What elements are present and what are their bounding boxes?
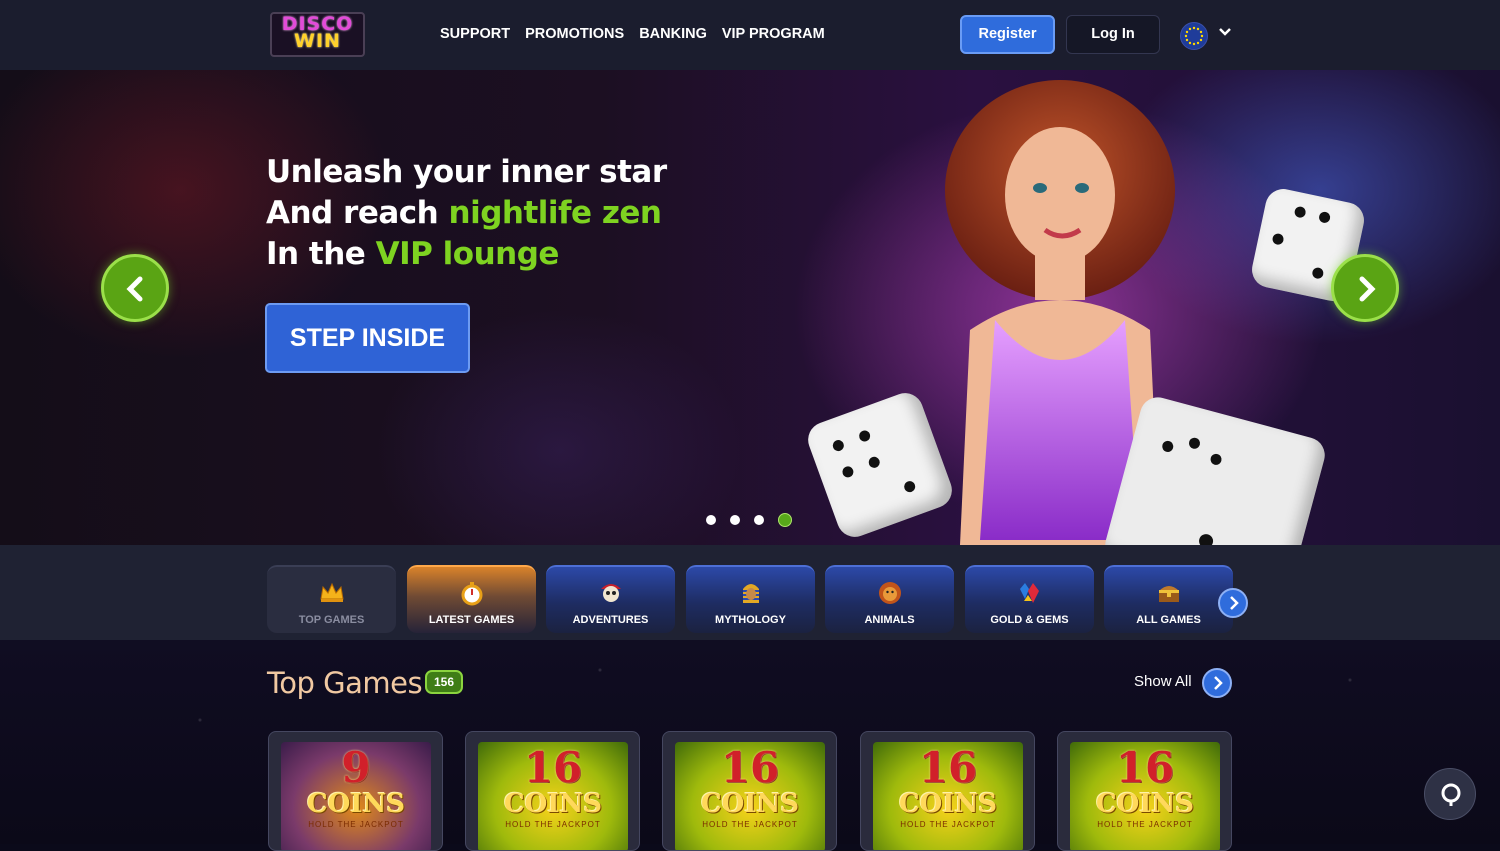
section-title: Top Games: [267, 666, 423, 700]
game-name: COINS: [503, 789, 603, 819]
game-number: 16: [720, 743, 780, 792]
gems-icon: [1019, 583, 1039, 603]
category-label: MYTHOLOGY: [715, 614, 786, 626]
category-label: LATEST GAMES: [428, 614, 515, 626]
hero-line-2-prefix: And reach: [266, 195, 449, 231]
game-card[interactable]: 16 COINS HOLD THE JACKPOT: [662, 731, 837, 851]
category-label: ADVENTURES: [572, 614, 649, 626]
game-subtitle: HOLD THE JACKPOT: [308, 820, 404, 829]
game-subtitle: HOLD THE JACKPOT: [702, 820, 798, 829]
game-categories-bar: TOP GAMES LATEST GAMES ADVENTURES MYTHOL…: [0, 545, 1500, 640]
chevron-right-icon: [1214, 676, 1223, 690]
slider-prev-button[interactable]: [101, 254, 169, 322]
category-top-games[interactable]: TOP GAMES: [267, 565, 396, 633]
game-thumbnail: 9 COINS HOLD THE JACKPOT: [281, 742, 431, 850]
category-gold-gems[interactable]: GOLD & GEMS: [965, 565, 1094, 633]
disco-win-logo[interactable]: DISCO WIN: [270, 12, 365, 57]
pharaoh-icon: [742, 584, 759, 603]
step-inside-button[interactable]: STEP INSIDE: [265, 303, 470, 373]
nav-banking[interactable]: BANKING: [639, 26, 707, 42]
slider-dot-active[interactable]: [778, 513, 792, 527]
game-card[interactable]: 16 COINS HOLD THE JACKPOT: [860, 731, 1035, 851]
hero-headline: Unleash your inner star And reach nightl…: [266, 152, 667, 275]
live-chat-button[interactable]: [1424, 768, 1476, 820]
hero-line-3: In the VIP lounge: [266, 234, 667, 275]
game-number: 16: [918, 743, 978, 792]
pirate-skull-icon: [600, 584, 621, 602]
game-number: 16: [523, 743, 583, 792]
logo-line-2: WIN: [294, 30, 341, 52]
site-header: DISCO WIN SUPPORT PROMOTIONS BANKING VIP…: [0, 0, 1500, 71]
category-label: ALL GAMES: [1136, 614, 1201, 626]
slider-next-button[interactable]: [1331, 254, 1399, 322]
game-subtitle: HOLD THE JACKPOT: [900, 820, 996, 829]
chevron-left-icon: [126, 276, 143, 302]
categories-next-button[interactable]: [1218, 588, 1248, 618]
top-games-section: Top Games 156 Show All 9 COINS HOLD THE …: [0, 640, 1500, 851]
game-name: COINS: [700, 789, 800, 819]
game-thumbnail: 16 COINS HOLD THE JACKPOT: [873, 742, 1023, 850]
game-subtitle: HOLD THE JACKPOT: [505, 820, 601, 829]
language-selector[interactable]: [1180, 22, 1235, 50]
category-animals[interactable]: ANIMALS: [825, 565, 954, 633]
category-label: ANIMALS: [864, 614, 915, 626]
games-count-badge: 156: [425, 670, 463, 694]
slider-dot[interactable]: [754, 515, 764, 525]
crown-icon: [319, 582, 344, 602]
category-latest-games[interactable]: LATEST GAMES: [407, 565, 536, 633]
lion-icon: [878, 582, 901, 604]
slider-dot[interactable]: [706, 515, 716, 525]
category-mythology[interactable]: MYTHOLOGY: [686, 565, 815, 633]
game-name: COINS: [306, 789, 406, 819]
category-all-games[interactable]: ALL GAMES: [1104, 565, 1233, 633]
stopwatch-icon: [461, 582, 482, 606]
hero-line-2: And reach nightlife zen: [266, 193, 667, 234]
game-thumbnail: 16 COINS HOLD THE JACKPOT: [478, 742, 628, 850]
hero-line-2-highlight: nightlife zen: [448, 195, 662, 231]
main-nav: SUPPORT PROMOTIONS BANKING VIP PROGRAM: [440, 26, 825, 42]
game-number: 9: [341, 743, 371, 792]
register-button[interactable]: Register: [960, 15, 1055, 54]
game-name: COINS: [898, 789, 998, 819]
game-card[interactable]: 16 COINS HOLD THE JACKPOT: [465, 731, 640, 851]
game-thumbnail: 16 COINS HOLD THE JACKPOT: [1070, 742, 1220, 850]
category-adventures[interactable]: ADVENTURES: [546, 565, 675, 633]
category-label: TOP GAMES: [298, 614, 365, 626]
hero-line-3-prefix: In the: [266, 236, 376, 272]
chevron-right-icon: [1230, 596, 1239, 610]
slider-pagination: [706, 513, 792, 527]
hero-line-3-highlight: VIP lounge: [375, 236, 560, 272]
game-card[interactable]: 16 COINS HOLD THE JACKPOT: [1057, 731, 1232, 851]
treasure-chest-icon: [1158, 586, 1179, 602]
login-button[interactable]: Log In: [1066, 15, 1160, 54]
nav-vip-program[interactable]: VIP PROGRAM: [722, 26, 825, 42]
nav-promotions[interactable]: PROMOTIONS: [525, 26, 624, 42]
hero-line-1: Unleash your inner star: [266, 154, 667, 190]
chat-bubble-icon: [1441, 783, 1461, 806]
game-name: COINS: [1095, 789, 1195, 819]
chevron-right-icon: [1359, 276, 1376, 302]
game-card[interactable]: 9 COINS HOLD THE JACKPOT: [268, 731, 443, 851]
game-thumbnail: 16 COINS HOLD THE JACKPOT: [675, 742, 825, 850]
category-label: GOLD & GEMS: [990, 614, 1069, 626]
eu-flag-icon: [1180, 22, 1208, 50]
nav-support[interactable]: SUPPORT: [440, 26, 510, 42]
show-all-link[interactable]: Show All: [1134, 673, 1192, 690]
hero-banner: Unleash your inner star And reach nightl…: [0, 70, 1500, 545]
chevron-down-icon: [1218, 24, 1232, 43]
game-number: 16: [1115, 743, 1175, 792]
show-all-button[interactable]: [1202, 668, 1232, 698]
slider-dot[interactable]: [730, 515, 740, 525]
game-subtitle: HOLD THE JACKPOT: [1097, 820, 1193, 829]
